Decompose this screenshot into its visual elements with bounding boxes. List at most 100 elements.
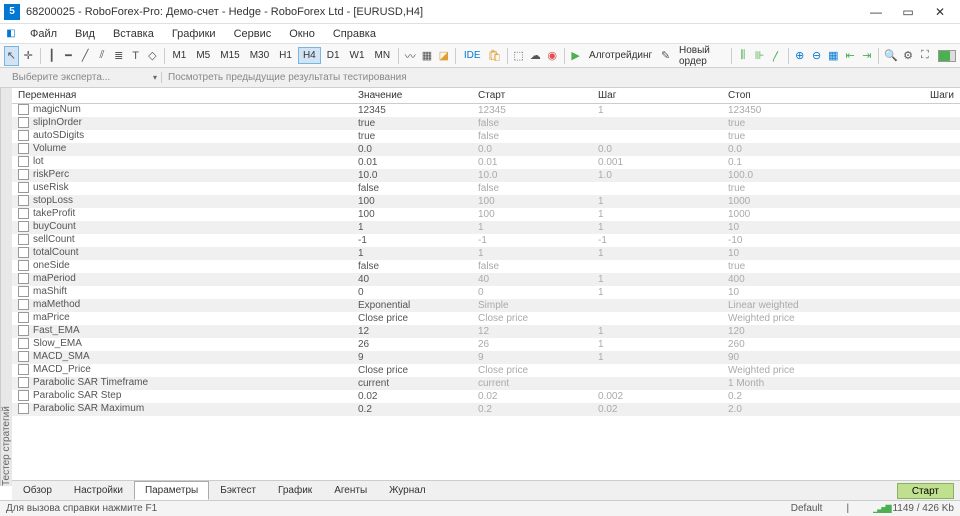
param-step[interactable] (592, 312, 722, 325)
param-stop[interactable]: 90 (722, 351, 910, 364)
menu-view[interactable]: Вид (67, 26, 103, 42)
col-value[interactable]: Значение (352, 88, 472, 104)
checkbox[interactable] (18, 117, 29, 128)
tile-icon[interactable]: ▦ (826, 46, 841, 66)
table-row[interactable]: slipInOrdertruefalsetrue (12, 117, 960, 130)
table-row[interactable]: maMethodExponentialSimpleLinear weighted (12, 299, 960, 312)
param-start[interactable]: 100 (472, 195, 592, 208)
maximize-button[interactable]: ▭ (892, 2, 924, 22)
checkbox[interactable] (18, 234, 29, 245)
param-value[interactable]: 12 (352, 325, 472, 338)
table-row[interactable]: Fast_EMA12121120 (12, 325, 960, 338)
table-row[interactable]: Parabolic SAR Maximum0.20.20.022.0 (12, 403, 960, 416)
table-row[interactable]: useRiskfalsefalsetrue (12, 182, 960, 195)
tab-бэктест[interactable]: Бэктест (209, 481, 267, 500)
col-step[interactable]: Шаг (592, 88, 722, 104)
status-profile[interactable]: Default (791, 503, 823, 514)
param-stop[interactable]: true (722, 130, 910, 143)
param-step[interactable]: 0.002 (592, 390, 722, 403)
param-stop[interactable]: 120 (722, 325, 910, 338)
minimize-button[interactable]: — (860, 2, 892, 22)
param-step[interactable]: 1 (592, 195, 722, 208)
table-row[interactable]: autoSDigitstruefalsetrue (12, 130, 960, 143)
param-step[interactable] (592, 364, 722, 377)
tf-m15[interactable]: M15 (216, 48, 243, 63)
line-chart-icon[interactable]: 〳 (769, 46, 784, 66)
param-stop[interactable]: 0.2 (722, 390, 910, 403)
param-stop[interactable]: -10 (722, 234, 910, 247)
param-step[interactable] (592, 260, 722, 273)
param-start[interactable]: false (472, 260, 592, 273)
tab-агенты[interactable]: Агенты (323, 481, 378, 500)
table-row[interactable]: MACD_PriceClose priceClose priceWeighted… (12, 364, 960, 377)
param-step[interactable] (592, 182, 722, 195)
param-value[interactable]: 100 (352, 195, 472, 208)
tf-h4[interactable]: H4 (298, 47, 321, 64)
param-stop[interactable]: 400 (722, 273, 910, 286)
param-start[interactable]: 1 (472, 221, 592, 234)
param-stop[interactable]: Linear weighted (722, 299, 910, 312)
param-start[interactable]: Close price (472, 312, 592, 325)
bars-icon[interactable]: ⫼ (735, 46, 750, 66)
param-stop[interactable]: 123450 (722, 104, 910, 117)
param-step[interactable] (592, 299, 722, 312)
checkbox[interactable] (18, 312, 29, 323)
table-row[interactable]: riskPerc10.010.01.0100.0 (12, 169, 960, 182)
cloud-icon[interactable]: ☁ (528, 46, 543, 66)
param-stop[interactable]: 260 (722, 338, 910, 351)
param-start[interactable]: Simple (472, 299, 592, 312)
param-value[interactable]: 0.01 (352, 156, 472, 169)
new-order-label[interactable]: Новый ордер (675, 45, 727, 67)
param-stop[interactable]: Weighted price (722, 312, 910, 325)
checkbox[interactable] (18, 351, 29, 362)
market-icon[interactable]: 🛍 (487, 46, 503, 66)
checkbox[interactable] (18, 247, 29, 258)
text-icon[interactable]: T (128, 46, 143, 66)
checkbox[interactable] (18, 195, 29, 206)
param-stop[interactable]: 1 Month (722, 377, 910, 390)
vertical-tab-tester[interactable]: Тестер стратегий (0, 88, 12, 486)
param-value[interactable]: 0.0 (352, 143, 472, 156)
param-start[interactable]: 0 (472, 286, 592, 299)
tf-m1[interactable]: M1 (168, 48, 190, 63)
param-step[interactable]: 1.0 (592, 169, 722, 182)
menu-window[interactable]: Окно (281, 26, 323, 42)
param-start[interactable]: 0.2 (472, 403, 592, 416)
settings-icon[interactable]: ⚙ (901, 46, 916, 66)
param-step[interactable] (592, 117, 722, 130)
tab-настройки[interactable]: Настройки (63, 481, 134, 500)
checkbox[interactable] (18, 169, 29, 180)
param-stop[interactable]: 0.0 (722, 143, 910, 156)
vps-icon[interactable]: ⬚ (511, 46, 526, 66)
tf-m30[interactable]: M30 (246, 48, 273, 63)
zoom-in-icon[interactable]: ⊕ (792, 46, 807, 66)
equidistant-icon[interactable]: ⫽ (95, 46, 110, 66)
menu-insert[interactable]: Вставка (105, 26, 162, 42)
chart-line-icon[interactable]: 〰 (403, 46, 418, 66)
table-row[interactable]: Parabolic SAR Timeframecurrentcurrent1 M… (12, 377, 960, 390)
param-step[interactable]: 1 (592, 104, 722, 117)
param-stop[interactable]: 0.1 (722, 156, 910, 169)
param-stop[interactable]: 10 (722, 286, 910, 299)
param-start[interactable]: Close price (472, 364, 592, 377)
param-start[interactable]: 1 (472, 247, 592, 260)
checkbox[interactable] (18, 299, 29, 310)
close-button[interactable]: ✕ (924, 2, 956, 22)
tf-d1[interactable]: D1 (323, 48, 344, 63)
table-row[interactable]: maShift00110 (12, 286, 960, 299)
table-row[interactable]: maPriceClose priceClose priceWeighted pr… (12, 312, 960, 325)
tab-журнал[interactable]: Журнал (378, 481, 437, 500)
param-value[interactable]: 40 (352, 273, 472, 286)
param-step[interactable]: 1 (592, 247, 722, 260)
checkbox[interactable] (18, 403, 29, 414)
chart-templates-icon[interactable]: ▦ (420, 46, 435, 66)
param-value[interactable]: 1 (352, 221, 472, 234)
table-row[interactable]: sellCount-1-1-1-10 (12, 234, 960, 247)
signal-icon[interactable]: ◉ (545, 46, 560, 66)
param-start[interactable]: false (472, 117, 592, 130)
param-value[interactable]: true (352, 117, 472, 130)
objects-icon[interactable]: ◇ (145, 46, 160, 66)
param-start[interactable]: false (472, 182, 592, 195)
param-start[interactable]: 26 (472, 338, 592, 351)
tf-h1[interactable]: H1 (275, 48, 296, 63)
